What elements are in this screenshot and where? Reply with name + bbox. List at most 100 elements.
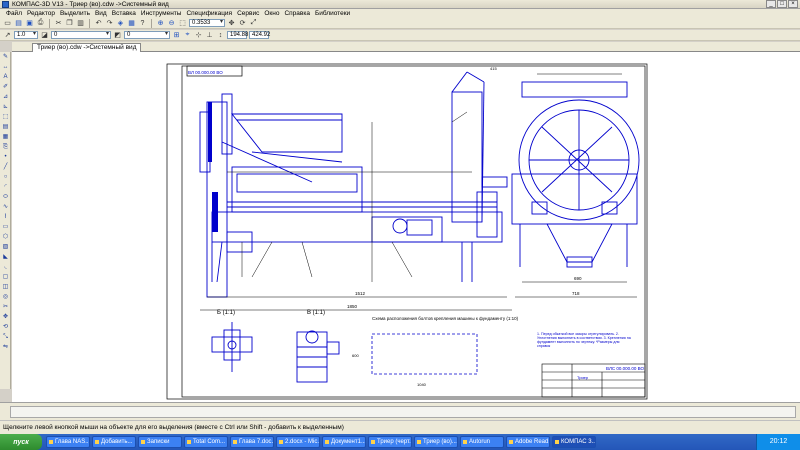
undo-icon[interactable]: ↶ — [94, 19, 103, 28]
trim-icon[interactable]: ✂ — [1, 303, 10, 312]
symbols-icon[interactable]: A — [1, 73, 10, 82]
refresh-icon[interactable]: ⟳ — [238, 19, 247, 28]
menu-file[interactable]: Файл — [6, 10, 22, 17]
macro-icon[interactable]: ◫ — [1, 283, 10, 292]
open-folder-icon[interactable]: ▤ — [14, 19, 23, 28]
insert-icon[interactable]: ⎘ — [1, 143, 10, 152]
zoom-window-icon[interactable]: ⬚ — [178, 19, 187, 28]
layer-icon: ◪ — [41, 32, 48, 39]
point-icon[interactable]: • — [1, 153, 10, 162]
start-button[interactable]: пуск — [0, 434, 42, 450]
drawing-canvas[interactable]: 1512 1850 415 690 718 Б (1:1) В (1:1) Сх… — [12, 52, 800, 402]
chamfer-icon[interactable]: ◣ — [1, 253, 10, 262]
menu-insert[interactable]: Вставка — [112, 10, 136, 17]
kompas-app-icon — [2, 0, 9, 8]
save-icon[interactable]: ▣ — [25, 19, 34, 28]
task-item[interactable]: Глава 7.doc... — [230, 436, 274, 448]
paste-icon[interactable]: ▥ — [76, 19, 85, 28]
menu-tools[interactable]: Инструменты — [141, 10, 182, 17]
equidistant-icon[interactable]: ◎ — [1, 293, 10, 302]
zoom-out-icon[interactable]: ⊖ — [167, 19, 176, 28]
rectangle-icon[interactable]: ▭ — [1, 223, 10, 232]
task-item[interactable]: Документ1... — [322, 436, 366, 448]
circle-icon[interactable]: ○ — [1, 173, 10, 182]
ortho-icon[interactable]: ⊥ — [205, 31, 214, 40]
style-field[interactable]: 1.0 — [14, 31, 38, 39]
local-cs-icon[interactable]: ⊹ — [194, 31, 203, 40]
zoom-in-icon[interactable]: ⊕ — [156, 19, 165, 28]
copy-icon[interactable]: ❐ — [65, 19, 74, 28]
task-item[interactable]: Autorun — [460, 436, 504, 448]
stamp-code: ВЛС 00.000.00 ВО — [606, 366, 645, 371]
coord-y-field[interactable]: 424.92 — [249, 31, 270, 39]
menu-editor[interactable]: Редактор — [27, 10, 55, 17]
dimensions-icon[interactable]: ↔ — [1, 63, 10, 72]
select-icon[interactable]: ⬚ — [1, 113, 10, 122]
task-item[interactable]: Adobe Read... — [506, 436, 550, 448]
layer-field[interactable]: 0 — [51, 31, 111, 39]
property-panel-field[interactable] — [10, 406, 796, 418]
task-item[interactable]: Глава NAS... — [46, 436, 90, 448]
task-item[interactable]: Триер (во)... — [414, 436, 458, 448]
state-icon: ◩ — [114, 32, 121, 39]
document-tab[interactable]: Триер (во).cdw ->Системный вид — [32, 43, 142, 52]
zoom-scale-field[interactable]: 0.3533 — [189, 19, 225, 27]
reports-icon[interactable]: ▦ — [1, 133, 10, 142]
task-item[interactable]: Total Com... — [184, 436, 228, 448]
edit-icon[interactable]: ✐ — [1, 83, 10, 92]
polyline-icon[interactable]: ⌇ — [1, 213, 10, 222]
rotate-icon[interactable]: ⟲ — [1, 323, 10, 332]
menu-libraries[interactable]: Библиотеки — [315, 10, 350, 17]
new-document-icon[interactable]: ▭ — [3, 19, 12, 28]
snap-icon[interactable]: ⌖ — [183, 31, 192, 40]
close-button[interactable]: × — [788, 0, 798, 8]
redo-icon[interactable]: ↷ — [105, 19, 114, 28]
task-list: Глава NAS... Добавить... Записки Total C… — [42, 436, 742, 448]
task-item[interactable]: 2.docx - Mic... — [276, 436, 320, 448]
geometry-icon[interactable]: ✎ — [1, 53, 10, 62]
polygon-icon[interactable]: ⬡ — [1, 233, 10, 242]
minimize-button[interactable]: _ — [766, 0, 776, 8]
parametrization-icon[interactable]: ⊿ — [1, 93, 10, 102]
dim-scheme-height: 600 — [352, 353, 359, 358]
menu-window[interactable]: Окно — [264, 10, 279, 17]
coord-x-field[interactable]: 194.88 — [227, 31, 248, 39]
dim-scheme-width: 1040 — [417, 382, 427, 387]
show-all-icon[interactable]: ⤢ — [249, 19, 258, 28]
move-icon[interactable]: ✥ — [1, 313, 10, 322]
fillet-icon[interactable]: ◟ — [1, 263, 10, 272]
contour-icon[interactable]: ▢ — [1, 273, 10, 282]
measure-icon[interactable]: ⊾ — [1, 103, 10, 112]
task-item[interactable]: Добавить... — [92, 436, 136, 448]
menu-select[interactable]: Выделить — [60, 10, 90, 17]
scale-icon[interactable]: ⤡ — [1, 333, 10, 342]
spline-icon[interactable]: ∿ — [1, 203, 10, 212]
hatch-icon[interactable]: ▨ — [1, 243, 10, 252]
cursor-icon[interactable]: ↕ — [216, 31, 225, 40]
print-icon[interactable]: ⎙ — [36, 19, 45, 28]
cut-icon[interactable]: ✂ — [54, 19, 63, 28]
pan-icon[interactable]: ✥ — [227, 19, 236, 28]
menu-view[interactable]: Вид — [95, 10, 107, 17]
task-item[interactable]: Триер (черт... — [368, 436, 412, 448]
menu-help[interactable]: Справка — [284, 10, 310, 17]
dim-bottom: 1850 — [347, 304, 358, 309]
line-icon[interactable]: ╱ — [1, 163, 10, 172]
grid-icon[interactable]: ⊞ — [172, 31, 181, 40]
task-item[interactable]: Записки — [138, 436, 182, 448]
properties-icon[interactable]: ◈ — [116, 19, 125, 28]
specification-icon[interactable]: ▤ — [1, 123, 10, 132]
state-field[interactable]: 0 — [124, 31, 170, 39]
arc-icon[interactable]: ◜ — [1, 183, 10, 192]
title-bar: КОМПАС-3D V13 - Триер (во).cdw ->Системн… — [0, 0, 800, 9]
ellipse-icon[interactable]: ⬭ — [1, 193, 10, 202]
taskbar: пуск Глава NAS... Добавить... Записки To… — [0, 434, 800, 450]
library-icon[interactable]: ▦ — [127, 19, 136, 28]
help-icon[interactable]: ? — [138, 19, 147, 28]
maximize-button[interactable]: □ — [777, 0, 787, 8]
mirror-icon[interactable]: ⇋ — [1, 343, 10, 352]
menu-specification[interactable]: Спецификация — [186, 10, 232, 17]
task-item-active[interactable]: КОМПАС 3... — [552, 436, 596, 448]
menu-service[interactable]: Сервис — [237, 10, 259, 17]
property-panel — [0, 402, 800, 420]
